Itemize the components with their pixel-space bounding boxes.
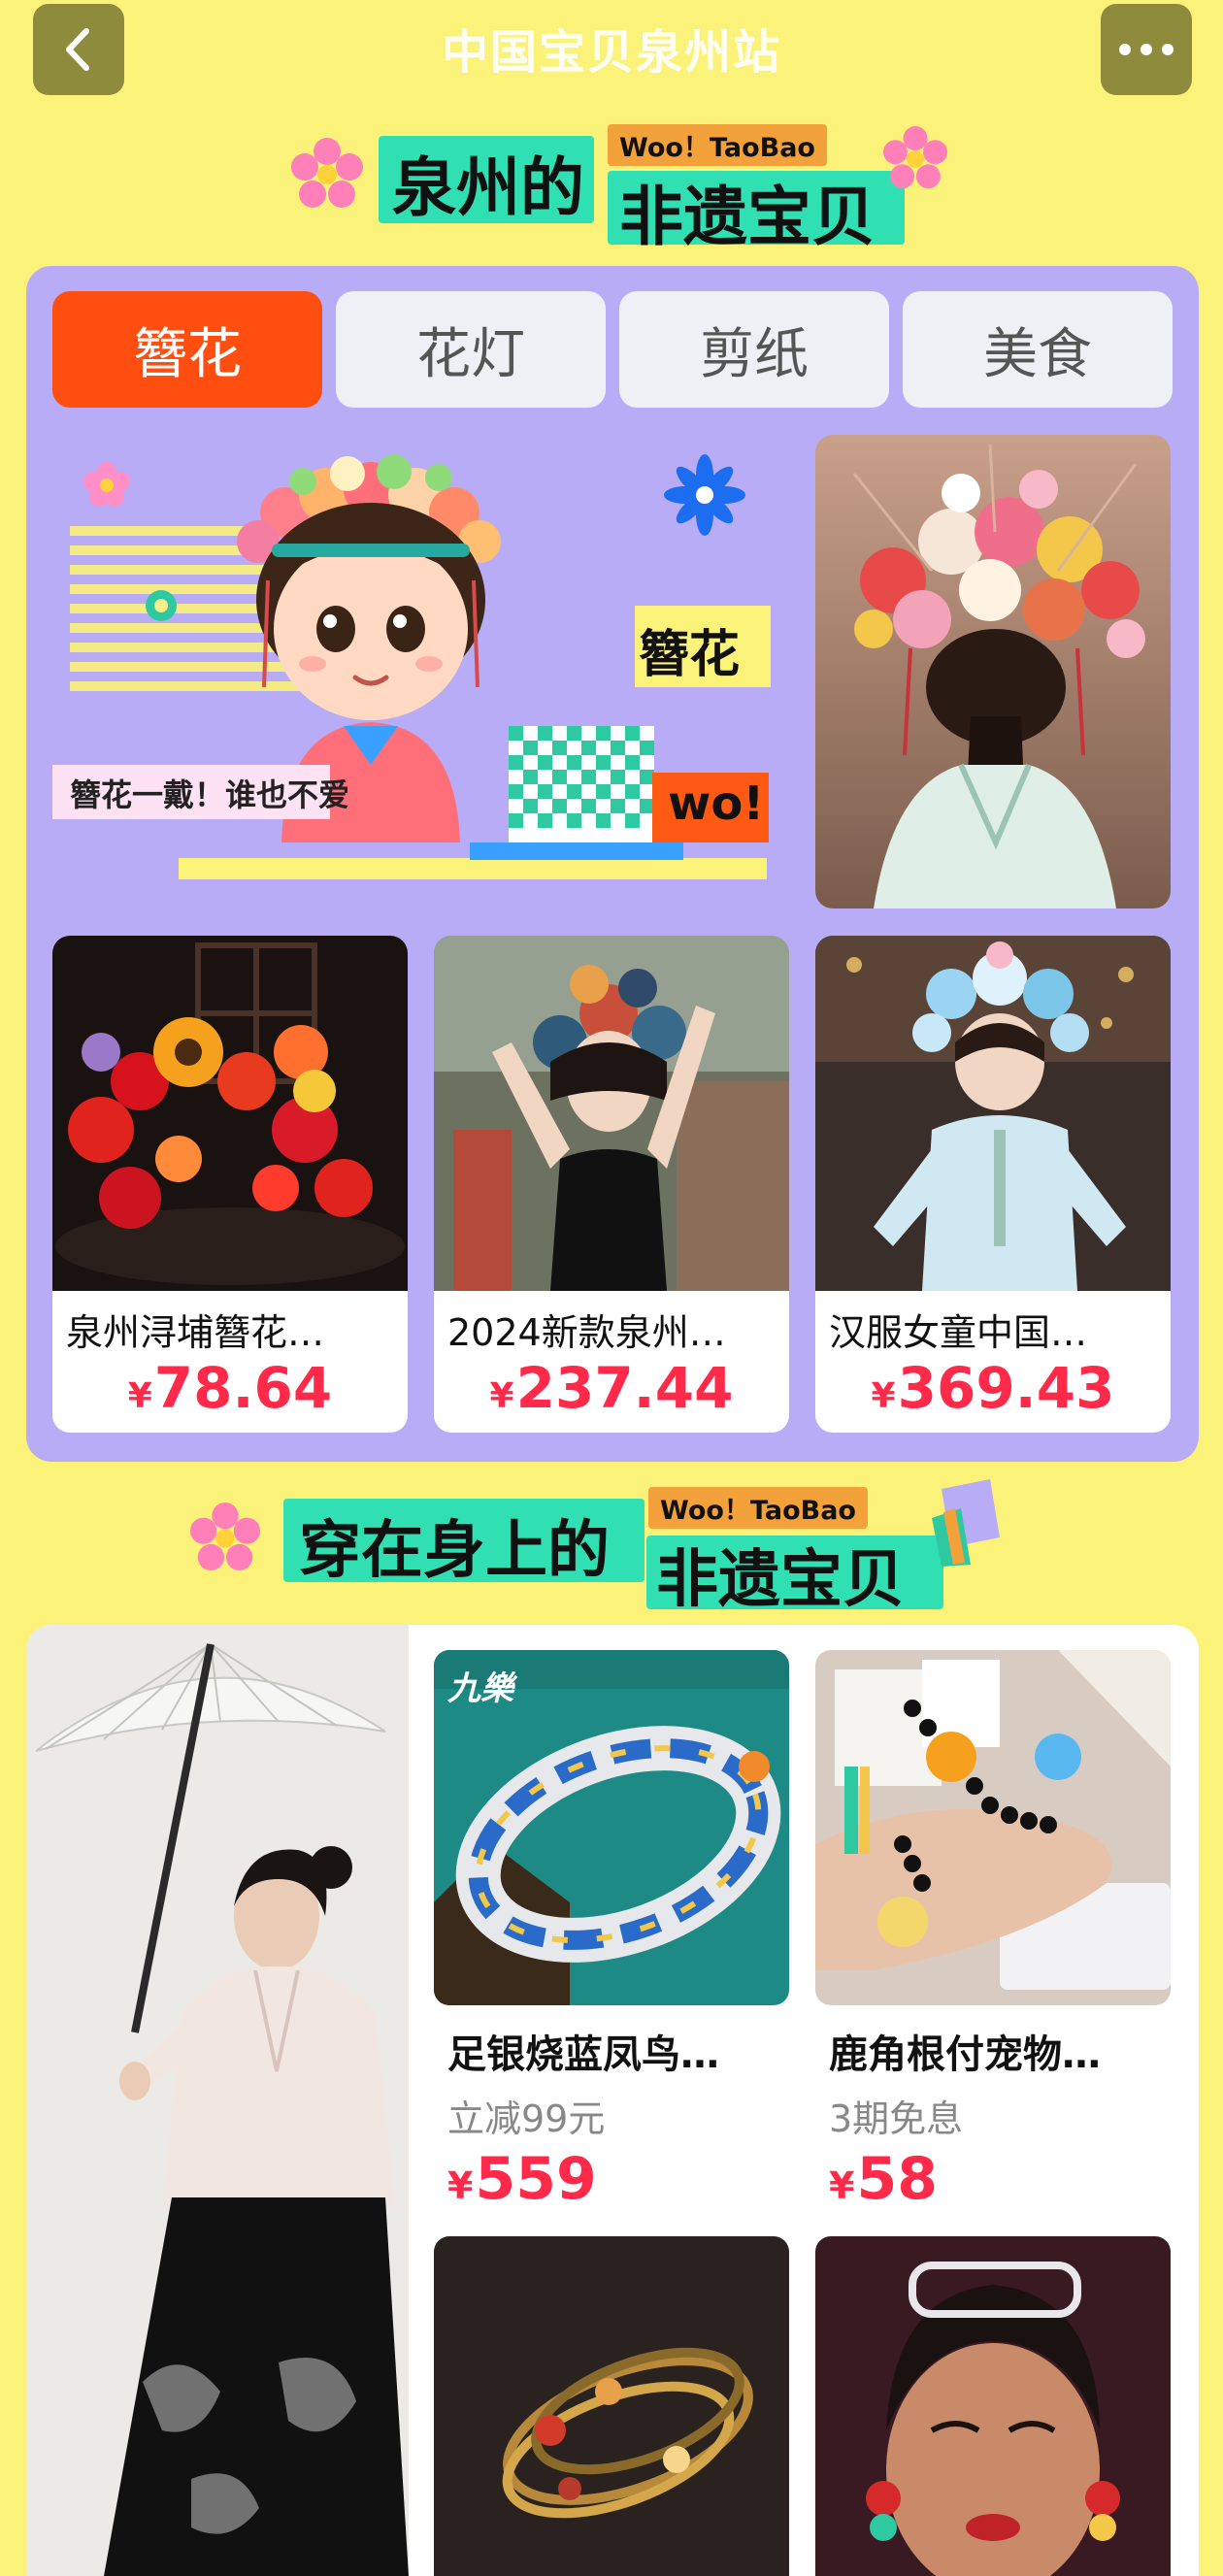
tab-zanhua[interactable]: 簪花: [52, 291, 322, 408]
goods-price: ¥559: [447, 2145, 597, 2213]
tab-jianzhi[interactable]: 剪纸: [619, 291, 889, 408]
headdress-photo[interactable]: [815, 435, 1171, 908]
goods-card-2[interactable]: 鹿角根付宠物… 3期免息 ¥58: [815, 1650, 1171, 2213]
product-card-3[interactable]: 汉服女童中国… ¥369.43: [815, 936, 1171, 1433]
product-price: ¥237.44: [489, 1355, 734, 1421]
goods-image: [815, 2236, 1171, 2576]
product-name: 2024新款泉州…: [447, 1311, 726, 1354]
tab-meishi[interactable]: 美食: [903, 291, 1173, 408]
model-umbrella-image: [26, 1625, 409, 2576]
promo-wo: wo!: [668, 776, 765, 831]
brand-logo: 九樂: [447, 1669, 513, 1708]
goods-promo: 立减99元: [447, 2097, 606, 2140]
pink-flower-icon: [190, 1503, 260, 1571]
page-title: 中国宝贝泉州站: [441, 25, 781, 80]
goods-name: 足银烧蓝凤鸟…: [447, 2032, 719, 2077]
pink-flower-icon: [883, 126, 947, 189]
headline-tag: Woo！TaoBao: [608, 124, 827, 166]
paper-fan-icon: [932, 1479, 1000, 1567]
tab-huadeng[interactable]: 花灯: [336, 291, 606, 408]
product-image: [52, 936, 408, 1291]
headline-right: 非遗宝贝: [619, 180, 876, 254]
goods-name: 鹿角根付宠物…: [829, 2032, 1101, 2077]
product-price: ¥369.43: [871, 1355, 1115, 1421]
promo-caption: 簪花一戴！谁也不爱: [70, 776, 350, 813]
product-price: ¥78.64: [127, 1355, 333, 1421]
headline-left: 泉州的: [392, 150, 584, 225]
headdress-back-image: [815, 435, 1171, 908]
goods-image: [434, 2236, 789, 2576]
product-image: [815, 936, 1171, 1291]
more-button[interactable]: [1101, 4, 1192, 95]
product-name: 汉服女童中国…: [829, 1311, 1088, 1354]
goods-price: ¥58: [829, 2145, 938, 2213]
promo-label: 簪花: [639, 626, 741, 684]
headline-tag: Woo！TaoBao: [648, 1487, 868, 1529]
more-dots-icon: [1119, 44, 1173, 55]
goods-card-3[interactable]: [434, 2236, 789, 2576]
goods-card-4[interactable]: [815, 2236, 1171, 2576]
product-image: [434, 936, 789, 1291]
headline-right: 非遗宝贝: [656, 1544, 905, 1616]
pink-flower-icon: [291, 138, 363, 208]
product-card-1[interactable]: 泉州浔埔簪花… ¥78.64: [52, 936, 408, 1433]
goods-promo: 3期免息: [829, 2097, 964, 2140]
product-card-2[interactable]: 2024新款泉州… ¥237.44: [434, 936, 789, 1433]
headline-left: 穿在身上的: [299, 1515, 610, 1587]
zanhua-promo-banner[interactable]: 簪花一戴！谁也不爱 簪花 wo!: [52, 435, 784, 891]
goods-image: [815, 1650, 1171, 2005]
model-photo[interactable]: [26, 1625, 409, 2576]
goods-card-1[interactable]: 九樂 足银烧蓝凤鸟… 立减99元 ¥559: [434, 1650, 789, 2213]
product-name: 泉州浔埔簪花…: [66, 1311, 325, 1354]
